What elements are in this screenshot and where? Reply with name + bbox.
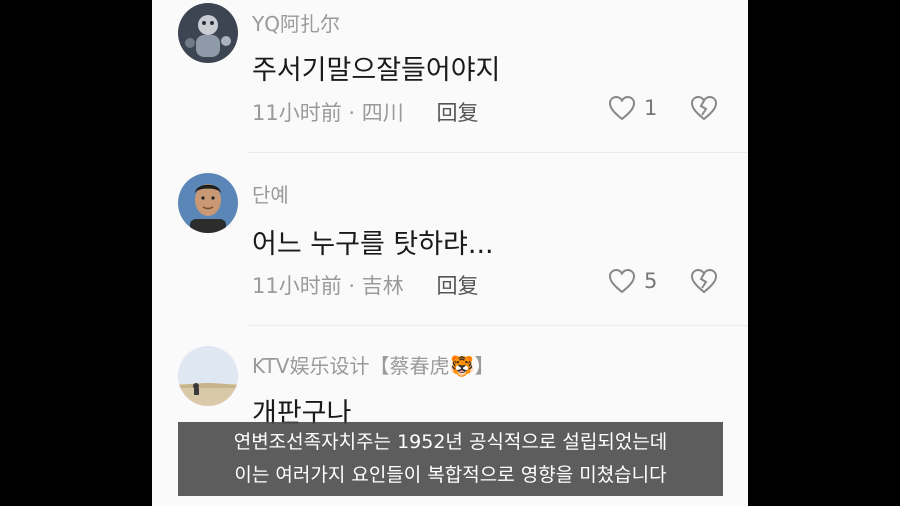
meta-separator: · <box>348 101 356 125</box>
subtitle-line: 연변조선족자치주는 1952년 공식적으로 설립되었는데 <box>233 431 668 453</box>
comment-meta: 11小时前 · 吉林 回复 <box>252 270 478 300</box>
username[interactable]: YQ阿扎尔 <box>252 8 340 37</box>
reply-button[interactable]: 回复 <box>436 274 478 298</box>
username[interactable]: KTV娱乐设计【蔡春虎🐯】 <box>252 350 494 379</box>
heart-icon <box>608 95 636 121</box>
dislike-button[interactable] <box>690 268 718 298</box>
username[interactable]: 단예 <box>252 179 289 208</box>
comment-text: 주서기말으잘들어야지 <box>252 55 501 86</box>
avatar[interactable] <box>178 346 238 406</box>
divider <box>248 325 748 326</box>
location: 吉林 <box>361 274 404 298</box>
location: 四川 <box>361 101 404 125</box>
video-subtitle: 연변조선족자치주는 1952년 공식적으로 설립되었는데 이는 여러가지 요인들… <box>178 422 723 496</box>
dislike-button[interactable] <box>690 95 718 125</box>
timestamp: 11小时前 <box>252 274 342 298</box>
comment-text: 어느 누구를 탓하랴... <box>252 229 494 260</box>
like-button[interactable]: 5 <box>608 268 657 294</box>
comment-meta: 11小时前 · 四川 回复 <box>252 97 478 127</box>
heart-icon <box>608 268 636 294</box>
reply-button[interactable]: 回复 <box>436 101 478 125</box>
subtitle-line: 이는 여러가지 요인들이 복합적으로 영향을 미쳤습니다 <box>234 464 667 486</box>
divider <box>248 152 748 153</box>
broken-heart-icon <box>690 95 718 121</box>
avatar[interactable] <box>178 3 238 63</box>
broken-heart-icon <box>690 268 718 294</box>
like-button[interactable]: 1 <box>608 95 657 121</box>
meta-separator: · <box>348 274 356 298</box>
like-count: 1 <box>644 96 658 120</box>
like-count: 5 <box>644 269 658 293</box>
avatar[interactable] <box>178 173 238 233</box>
timestamp: 11小时前 <box>252 101 342 125</box>
